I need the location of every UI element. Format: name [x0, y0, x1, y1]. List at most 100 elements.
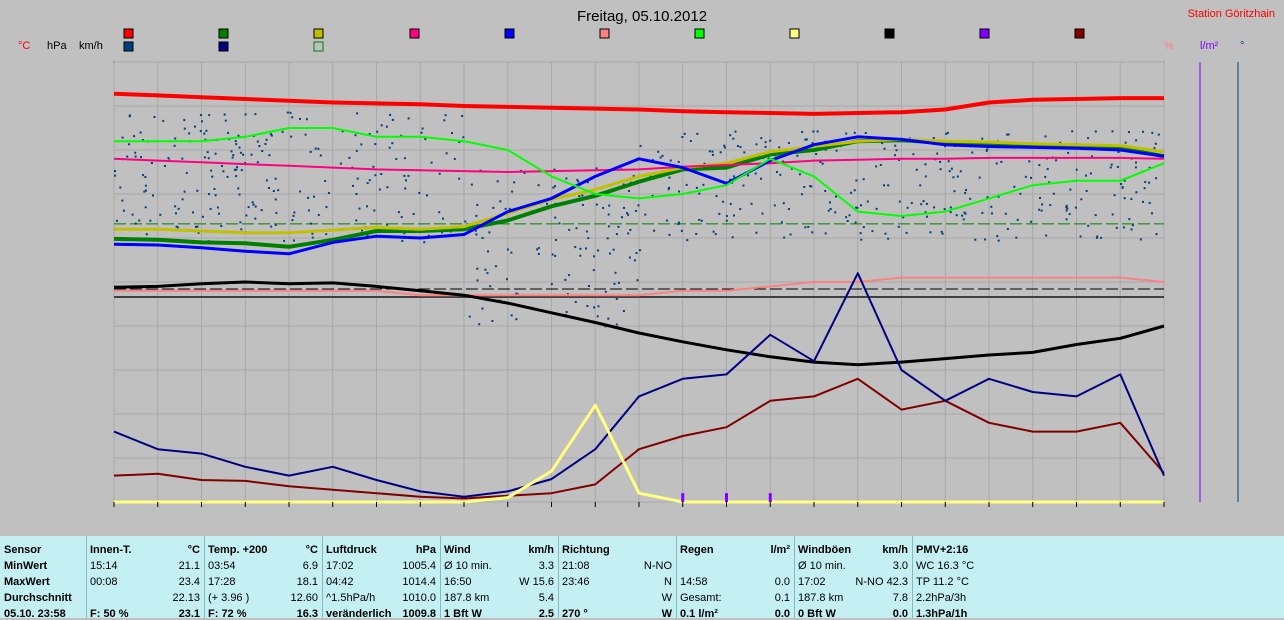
direction-dot	[366, 182, 369, 185]
direction-dot	[230, 150, 233, 153]
direction-dot	[218, 212, 220, 215]
direction-dot	[1065, 209, 1068, 212]
direction-dot	[209, 207, 212, 210]
direction-dot	[1154, 142, 1157, 145]
direction-dot	[401, 239, 404, 242]
table-cell-label: Durchschnitt	[4, 592, 72, 604]
direction-dot	[638, 249, 641, 252]
direction-dot	[1004, 212, 1007, 215]
direction-dot	[732, 137, 735, 140]
direction-dot	[711, 150, 714, 153]
table-cell-value: 23.4	[178, 576, 200, 588]
direction-dot	[750, 202, 753, 205]
direction-dot	[956, 175, 959, 178]
direction-dot	[214, 152, 217, 155]
direction-dot	[478, 323, 481, 326]
direction-dot	[397, 211, 400, 214]
direction-dot	[235, 175, 238, 178]
direction-dot	[860, 204, 862, 207]
direction-dot	[592, 269, 595, 272]
direction-dot	[990, 205, 993, 208]
direction-dot	[380, 173, 383, 175]
direction-dot	[586, 305, 589, 307]
direction-dot	[965, 189, 967, 191]
direction-dot	[1094, 214, 1097, 217]
direction-dot	[1068, 213, 1071, 216]
direction-dot	[588, 285, 590, 287]
direction-dot	[167, 157, 170, 160]
direction-dot	[955, 214, 958, 217]
direction-dot	[1142, 130, 1144, 133]
direction-dot	[1094, 130, 1097, 133]
direction-dot	[195, 225, 197, 228]
legend-swatch	[123, 41, 134, 52]
direction-dot	[946, 131, 949, 134]
table-cell-value: 6.9	[302, 560, 318, 572]
direction-dot	[222, 170, 225, 173]
direction-dot	[995, 162, 998, 165]
direction-dot	[489, 285, 492, 288]
direction-dot	[175, 212, 177, 215]
direction-dot	[237, 187, 240, 190]
direction-dot	[581, 194, 584, 197]
direction-dot	[235, 168, 238, 171]
direction-dot	[1055, 159, 1058, 162]
table-cell-value: 0.1	[774, 592, 790, 604]
direction-dot	[947, 160, 950, 163]
direction-dot	[639, 144, 642, 147]
direction-dot	[1155, 177, 1158, 180]
direction-dot	[963, 211, 966, 214]
direction-dot	[581, 204, 584, 206]
direction-dot	[407, 117, 410, 120]
direction-dot	[915, 168, 918, 171]
direction-dot	[887, 237, 890, 240]
direction-dot	[761, 212, 764, 215]
direction-dot	[252, 203, 255, 206]
direction-dot	[897, 225, 900, 228]
direction-dot	[824, 190, 827, 192]
direction-dot	[438, 172, 441, 175]
direction-dot	[374, 174, 377, 177]
direction-dot	[943, 208, 946, 211]
direction-dot	[614, 271, 617, 274]
direction-dot	[695, 232, 698, 235]
direction-dot	[558, 222, 561, 225]
direction-dot	[216, 206, 219, 209]
direction-dot	[234, 140, 237, 142]
direction-dot	[270, 225, 273, 228]
direction-dot	[657, 150, 660, 153]
direction-dot	[356, 177, 359, 180]
direction-dot	[1089, 172, 1092, 175]
direction-dot	[476, 267, 479, 270]
direction-dot	[929, 231, 932, 234]
direction-dot	[121, 199, 124, 202]
direction-dot	[183, 190, 186, 193]
direction-dot	[368, 179, 371, 182]
direction-dot	[834, 211, 837, 214]
direction-dot	[238, 146, 241, 149]
direction-dot	[309, 222, 312, 225]
direction-dot	[659, 156, 662, 159]
direction-dot	[776, 171, 778, 173]
direction-dot	[355, 193, 358, 195]
legend-swatch	[218, 41, 229, 52]
direction-dot	[883, 147, 886, 150]
direction-dot	[122, 209, 125, 212]
direction-dot	[355, 149, 358, 152]
direction-dot	[939, 160, 942, 163]
direction-dot	[358, 207, 361, 210]
table-cell-value: 16.3	[296, 608, 318, 620]
direction-dot	[783, 236, 786, 239]
direction-dot	[686, 239, 689, 242]
direction-dot	[1046, 168, 1049, 171]
direction-dot	[634, 209, 637, 212]
direction-dot	[1052, 192, 1055, 195]
direction-dot	[305, 118, 308, 121]
direction-dot	[585, 247, 587, 250]
direction-dot	[348, 156, 351, 159]
direction-dot	[1148, 181, 1151, 184]
direction-dot	[412, 213, 415, 215]
direction-dot	[317, 213, 320, 216]
direction-dot	[494, 265, 497, 268]
direction-dot	[579, 254, 582, 257]
